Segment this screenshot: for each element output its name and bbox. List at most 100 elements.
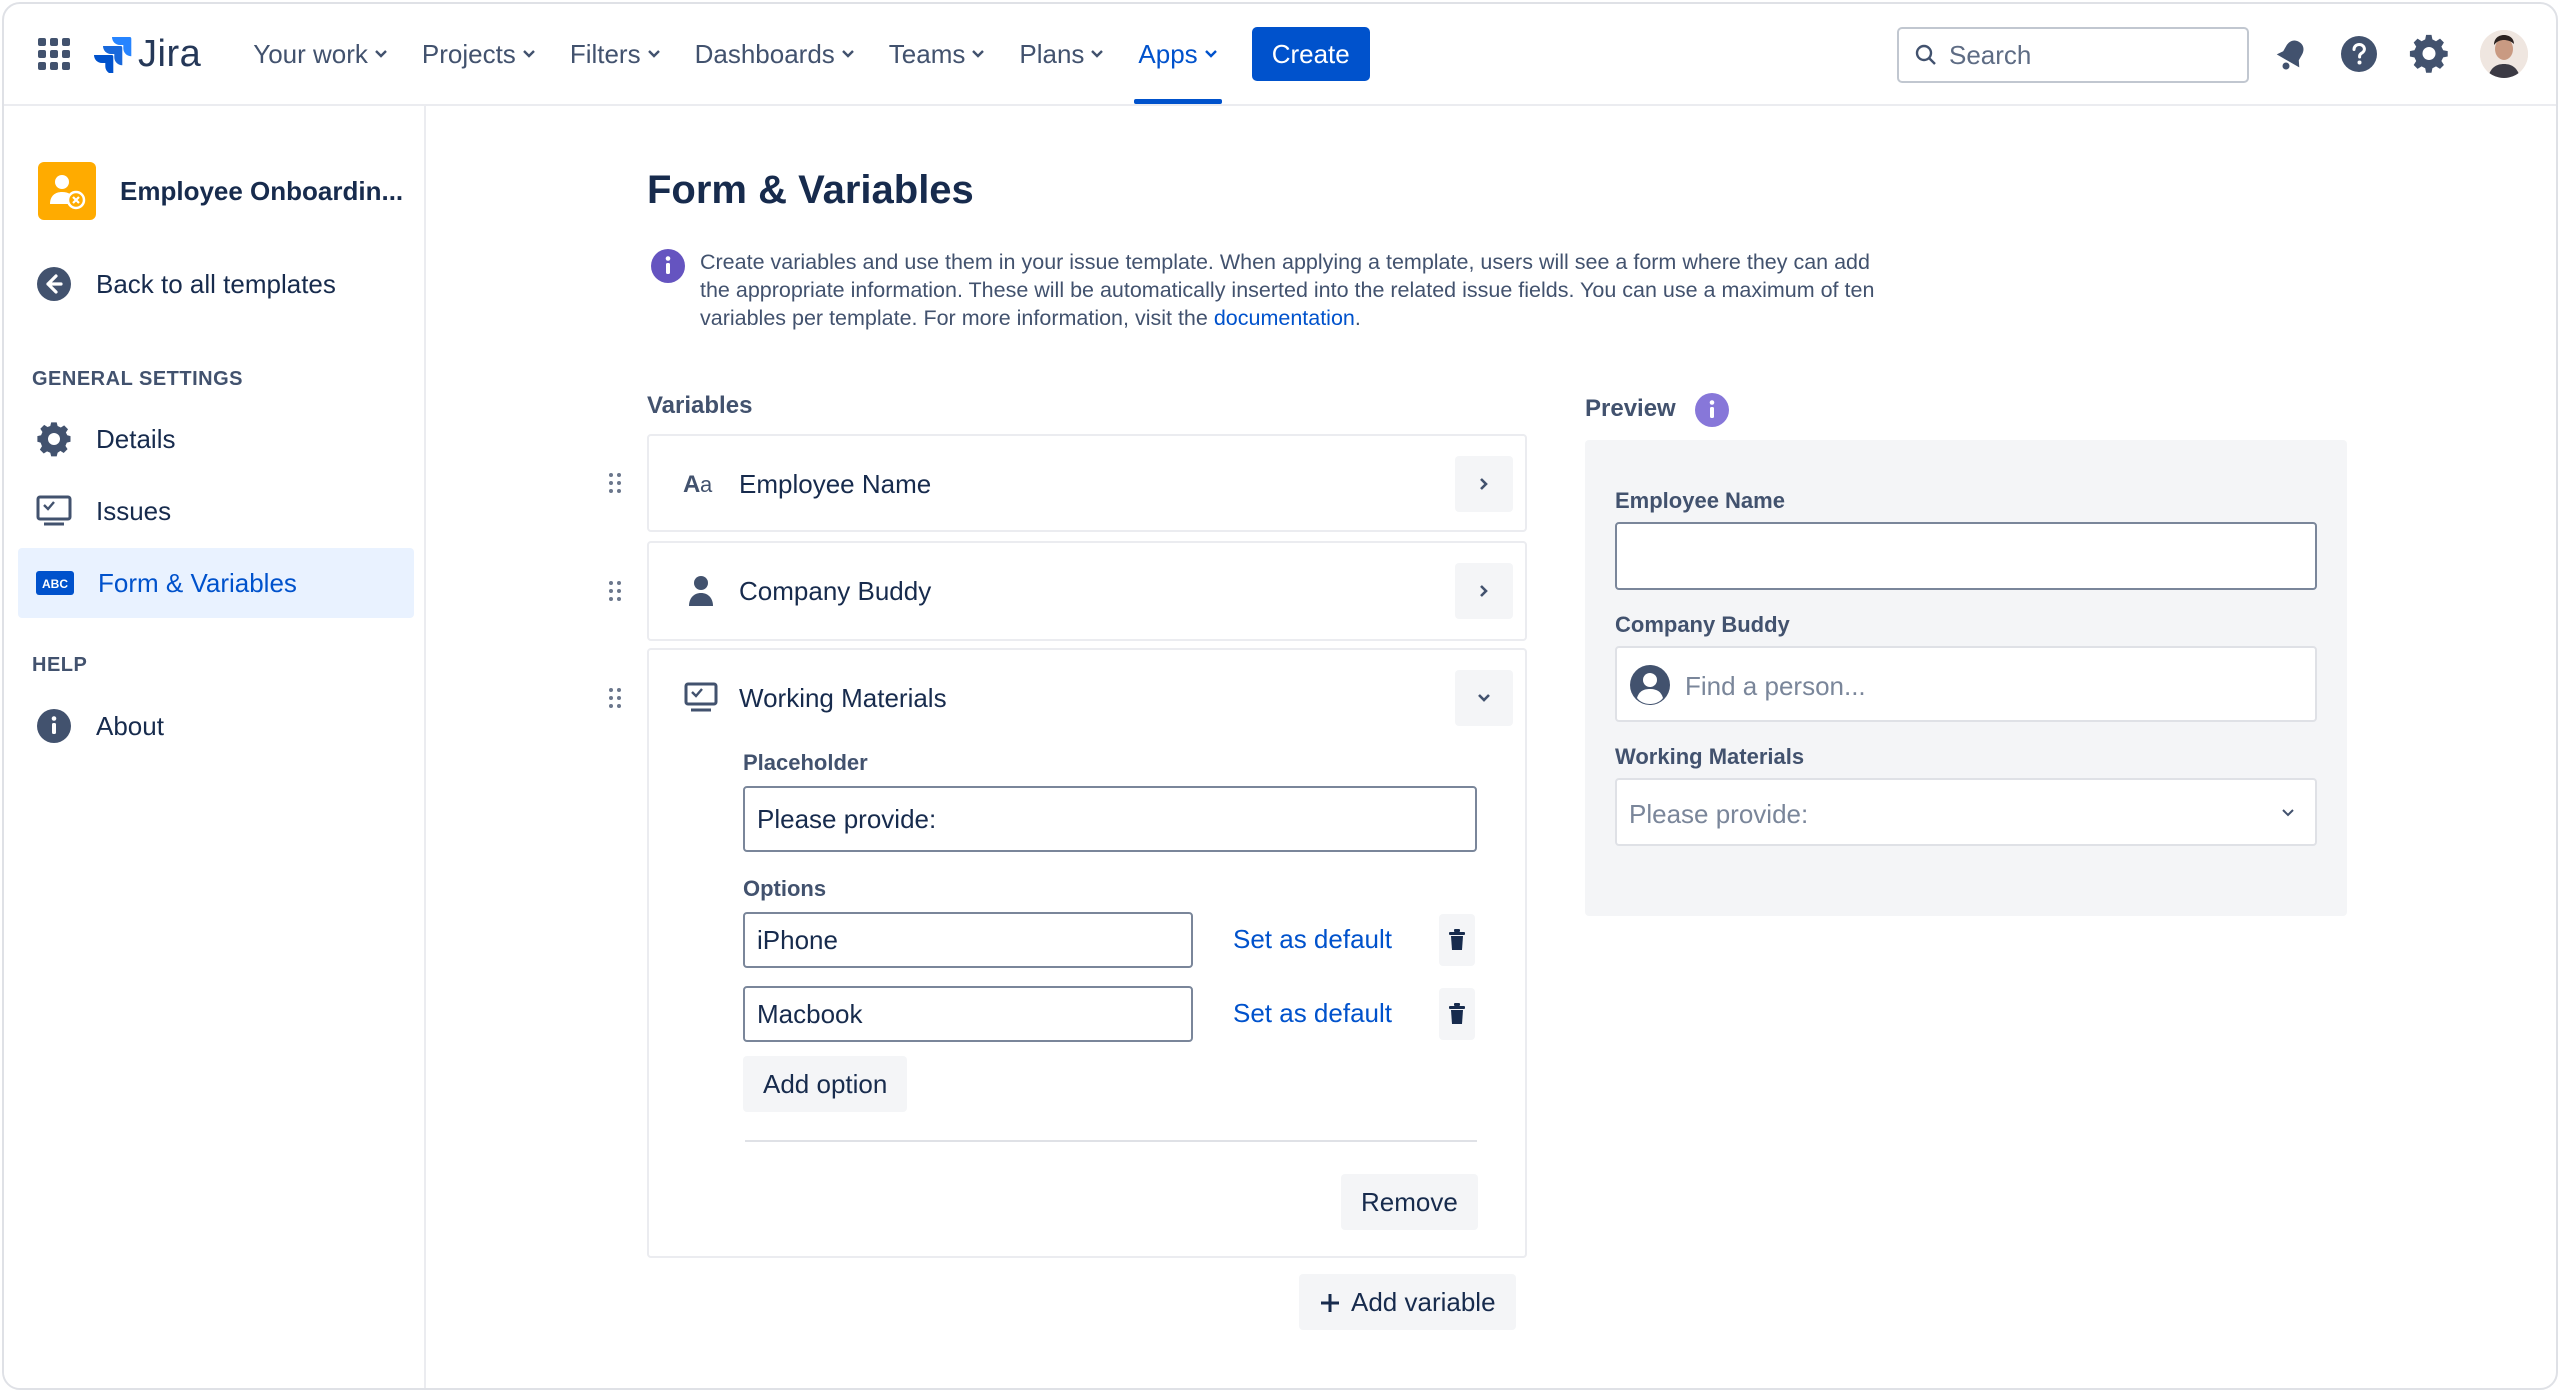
preview-person-picker[interactable]: Find a person... — [1615, 646, 2317, 722]
expand-variable-button[interactable] — [1455, 456, 1513, 512]
help-icon[interactable] — [2339, 34, 2379, 74]
nav-your-work[interactable]: Your work — [253, 4, 388, 104]
divider — [745, 1140, 1477, 1142]
drag-handle-icon[interactable] — [608, 687, 622, 709]
set-as-default-button[interactable]: Set as default — [1233, 998, 1392, 1029]
nav-dashboards[interactable]: Dashboards — [695, 4, 855, 104]
page-title: Form & Variables — [647, 168, 974, 212]
remove-variable-button[interactable]: Remove — [1341, 1174, 1478, 1230]
nav-label: Projects — [421, 38, 516, 69]
nav-plans[interactable]: Plans — [1019, 4, 1104, 104]
trash-icon — [1449, 929, 1465, 950]
variable-card-expanded[interactable]: Working Materials Placeholder Options Se… — [647, 648, 1527, 1258]
app-window: Jira Your work Projects Filters Dashboar… — [2, 2, 2558, 1390]
option-input[interactable] — [743, 912, 1193, 968]
preview-working-materials-select[interactable]: Please provide: — [1615, 778, 2317, 846]
app-switcher-icon[interactable] — [38, 38, 70, 70]
settings-gear-icon[interactable] — [2409, 34, 2449, 74]
chevron-down-icon — [2282, 809, 2294, 817]
logo-text: Jira — [138, 32, 202, 75]
sidebar-item-issues[interactable]: Issues — [18, 476, 414, 546]
search-box[interactable] — [1897, 27, 2249, 83]
user-avatar[interactable] — [2480, 30, 2528, 78]
jira-logo[interactable]: Jira — [94, 33, 201, 76]
person-icon — [683, 573, 719, 609]
project-name: Employee Onboardin... — [120, 175, 404, 206]
options-label: Options — [743, 876, 827, 901]
project-avatar-icon — [38, 162, 96, 220]
general-settings-heading: GENERAL SETTINGS — [32, 368, 243, 390]
set-as-default-button[interactable]: Set as default — [1233, 924, 1392, 955]
drag-handle-icon[interactable] — [608, 472, 622, 494]
gear-icon — [37, 422, 71, 457]
info-text: Create variables and use them in your is… — [700, 248, 1900, 332]
nav-label: Apps — [1138, 38, 1198, 69]
preview-info-icon[interactable] — [1694, 392, 1730, 428]
delete-option-button[interactable] — [1439, 914, 1475, 966]
svg-text:ABC: ABC — [42, 577, 68, 591]
top-navigation: Jira Your work Projects Filters Dashboar… — [4, 4, 2556, 106]
project-header[interactable]: Employee Onboardin... — [38, 162, 403, 220]
sidebar-item-label: Details — [96, 423, 176, 454]
add-variable-button[interactable]: Add variable — [1299, 1274, 1516, 1330]
chevron-right-icon — [1480, 585, 1488, 597]
nav-label: Plans — [1019, 38, 1085, 69]
search-input[interactable] — [1949, 39, 2229, 71]
documentation-link[interactable]: documentation — [1214, 306, 1355, 330]
sidebar-item-form-variables[interactable]: ABC Form & Variables — [18, 548, 414, 618]
nav-teams[interactable]: Teams — [889, 4, 986, 104]
variable-row: Working Materials — [649, 650, 1525, 746]
variable-row: Company Buddy — [649, 543, 1525, 639]
sidebar-item-label: Form & Variables — [98, 567, 297, 598]
nav-apps[interactable]: Apps — [1134, 4, 1222, 104]
info-end: . — [1354, 306, 1361, 330]
info-icon — [37, 709, 71, 743]
preview-heading: Preview — [1585, 395, 1676, 422]
delete-option-button[interactable] — [1439, 988, 1475, 1040]
preview-employee-name-input[interactable] — [1615, 522, 2317, 590]
variable-card[interactable]: Company Buddy — [647, 541, 1527, 641]
arrow-left-circle-icon — [37, 267, 71, 301]
jira-logo-icon — [94, 37, 132, 73]
chevron-down-icon — [1091, 50, 1104, 58]
nav-label: Your work — [253, 38, 368, 69]
sidebar-item-details[interactable]: Details — [18, 404, 414, 474]
nav-projects[interactable]: Projects — [422, 4, 536, 104]
help-heading: HELP — [32, 654, 88, 676]
preview-field-label: Employee Name — [1615, 488, 1785, 513]
placeholder-input[interactable] — [743, 786, 1477, 852]
about-label: About — [96, 710, 164, 741]
chevron-down-icon — [522, 50, 535, 58]
expand-variable-button[interactable] — [1455, 563, 1513, 619]
text-type-icon: A a — [683, 466, 719, 502]
collapse-variable-button[interactable] — [1455, 670, 1513, 726]
chevron-right-icon — [1480, 478, 1488, 490]
notifications-icon[interactable] — [2272, 34, 2312, 74]
nav-filters[interactable]: Filters — [570, 4, 661, 104]
svg-text:A: A — [683, 472, 700, 496]
create-button[interactable]: Create — [1251, 27, 1370, 81]
abc-icon: ABC — [36, 571, 74, 595]
variable-card[interactable]: A a Employee Name — [647, 434, 1527, 532]
person-picker-placeholder: Find a person... — [1685, 671, 1866, 701]
chevron-down-icon — [972, 50, 985, 58]
screen-icon — [683, 680, 719, 716]
add-variable-label: Add variable — [1351, 1286, 1496, 1317]
variable-row: A a Employee Name — [649, 436, 1525, 532]
preview-field-label: Working Materials — [1615, 744, 1805, 769]
placeholder-label: Placeholder — [743, 750, 868, 775]
variable-name: Employee Name — [739, 468, 932, 499]
avatar-image — [2480, 30, 2528, 78]
back-to-templates-link[interactable]: Back to all templates — [36, 266, 336, 302]
drag-handle-icon[interactable] — [608, 580, 622, 602]
plus-icon — [1321, 1293, 1339, 1312]
chevron-down-icon — [1204, 50, 1217, 58]
sidebar-item-about[interactable]: About — [36, 708, 164, 744]
add-option-button[interactable]: Add option — [743, 1056, 908, 1112]
nav-label: Teams — [888, 38, 966, 69]
nav-label: Filters — [569, 38, 641, 69]
back-link-label: Back to all templates — [96, 268, 336, 299]
sidebar-item-label: Issues — [96, 495, 172, 526]
option-input[interactable] — [743, 986, 1193, 1042]
chevron-down-icon — [841, 50, 854, 58]
